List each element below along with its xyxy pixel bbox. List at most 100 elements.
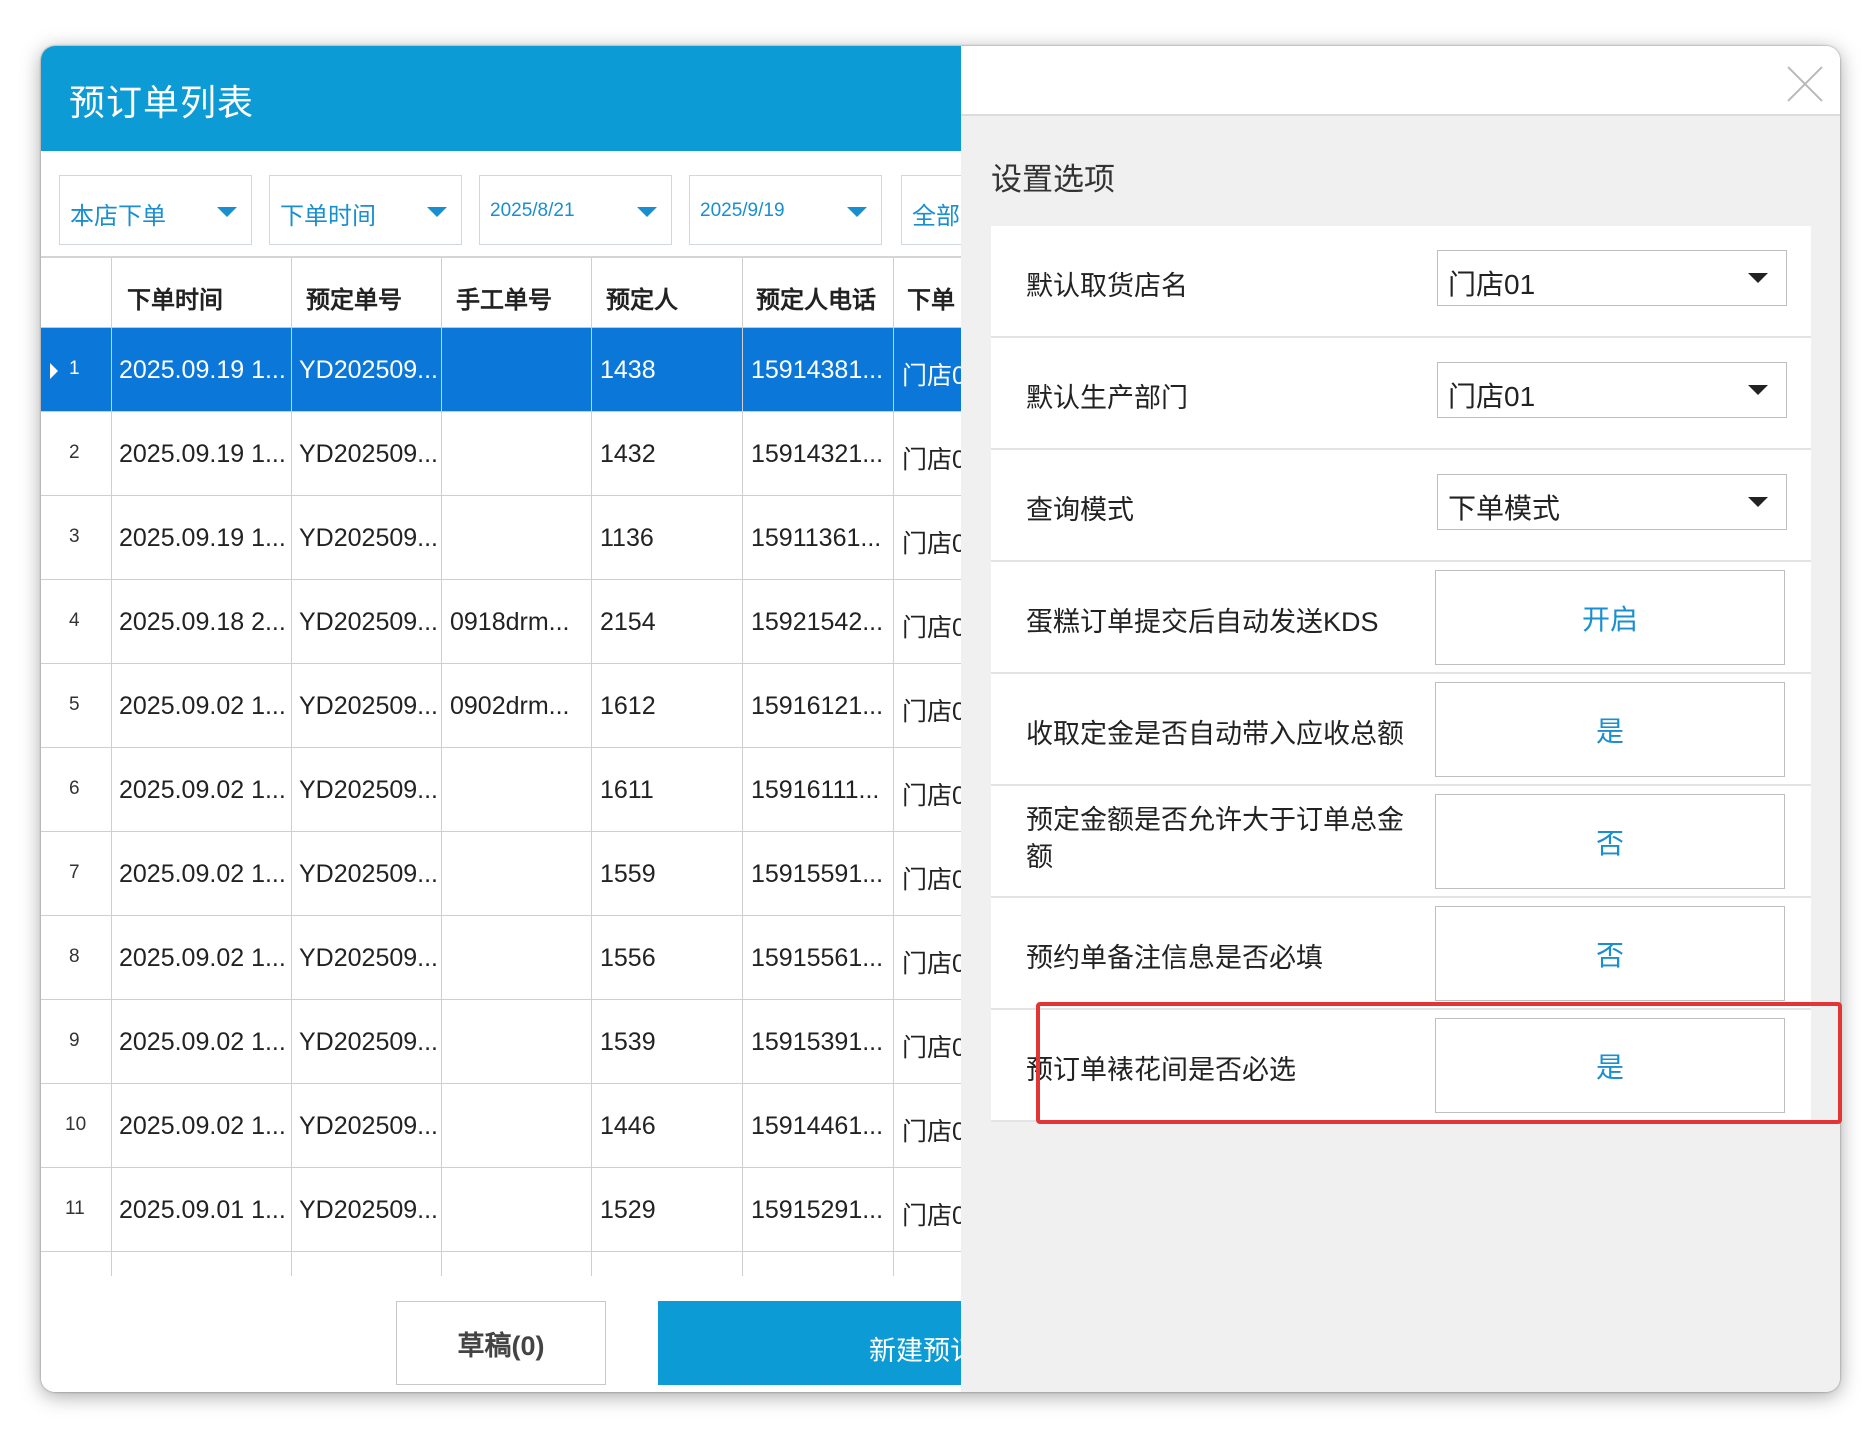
cell-time: 2025.09.19 1...: [119, 356, 286, 384]
row-number: 8: [69, 946, 80, 967]
new-order-button[interactable]: 新建预订: [658, 1301, 961, 1385]
table-header: 下单时间 预定单号 手工单号 预定人 预定人电话 下单: [41, 258, 961, 328]
store-filter-dropdown[interactable]: 本店下单: [59, 175, 252, 245]
settings-row: 默认取货店名 门店01: [991, 226, 1811, 338]
row-number: 1: [69, 358, 80, 379]
cell-person: 1529: [600, 1196, 656, 1224]
settings-row: 蛋糕订单提交后自动发送KDS 开启: [991, 562, 1811, 674]
settings-row: 默认生产部门 门店01: [991, 338, 1811, 450]
table-row[interactable]: 3 2025.09.19 1... YD202509... 1136 15911361.…: [41, 496, 961, 580]
setting-label: 查询模式: [1026, 495, 1134, 525]
cell-store: 门店0: [902, 530, 961, 558]
setting-toggle-button[interactable]: 开启: [1435, 570, 1785, 665]
bottom-action-bar: 草稿(0) 新建预订: [41, 1276, 961, 1392]
cell-store: 门店0: [902, 866, 961, 894]
cell-order: YD202509...: [299, 944, 438, 972]
column-header[interactable]: 下单: [907, 280, 955, 315]
time-type-dropdown[interactable]: 下单时间: [269, 175, 462, 245]
column-header[interactable]: 预定人电话: [756, 280, 876, 315]
cell-person: 2154: [600, 608, 656, 636]
table-row[interactable]: 2 2025.09.19 1... YD202509... 1432 15914321.…: [41, 412, 961, 496]
setting-dropdown[interactable]: 门店01: [1437, 362, 1787, 418]
cell-phone: 15916121...: [751, 692, 884, 720]
column-header[interactable]: 手工单号: [456, 280, 552, 315]
cell-time: 2025.09.18 2...: [119, 608, 286, 636]
cell-order: YD202509...: [299, 776, 438, 804]
setting-label: 预定金额是否允许大于订单总金额: [1026, 805, 1404, 872]
table-row[interactable]: 11 2025.09.01 1... YD202509... 1529 15915291…: [41, 1168, 961, 1252]
cell-manual: 0918drm...: [450, 608, 570, 636]
column-divider: [291, 258, 292, 1316]
setting-toggle-button[interactable]: 否: [1435, 906, 1785, 1001]
dialog-window: 预订单列表 本店下单 下单时间 2025/8/21 2025/9/19 全部 下…: [41, 46, 1840, 1392]
cell-order: YD202509...: [299, 440, 438, 468]
close-icon[interactable]: [1786, 64, 1824, 102]
cell-order: YD202509...: [299, 1196, 438, 1224]
cell-phone: 15914381...: [751, 356, 884, 384]
setting-toggle-button[interactable]: 是: [1435, 1018, 1785, 1113]
table-row[interactable]: 5 2025.09.02 1... YD202509... 0902drm... 161…: [41, 664, 961, 748]
column-divider: [893, 258, 894, 1316]
cell-phone: 15914461...: [751, 1112, 884, 1140]
cell-phone: 15916111...: [751, 776, 880, 804]
row-number: 7: [69, 862, 80, 883]
table-row[interactable]: 4 2025.09.18 2... YD202509... 0918drm... 215…: [41, 580, 961, 664]
cell-phone: 15915591...: [751, 860, 884, 888]
table-row[interactable]: 9 2025.09.02 1... YD202509... 1539 15915391.…: [41, 1000, 961, 1084]
cell-order: YD202509...: [299, 524, 438, 552]
table-row[interactable]: 1 2025.09.19 1... YD202509... 1438 15914381.…: [41, 328, 961, 412]
row-number: 4: [69, 610, 80, 631]
cell-time: 2025.09.19 1...: [119, 524, 286, 552]
date-to-picker[interactable]: 2025/9/19: [689, 175, 882, 245]
column-header[interactable]: 预定人: [606, 280, 678, 315]
cell-time: 2025.09.02 1...: [119, 776, 286, 804]
column-header[interactable]: 下单时间: [127, 280, 223, 315]
table-row[interactable]: 6 2025.09.02 1... YD202509... 1611 15916111.…: [41, 748, 961, 832]
table-row[interactable]: 8 2025.09.02 1... YD202509... 1556 15915561.…: [41, 916, 961, 1000]
cell-order: YD202509...: [299, 1028, 438, 1056]
column-divider: [111, 258, 112, 1316]
setting-dropdown-value: 门店01: [1448, 381, 1536, 412]
setting-toggle-button[interactable]: 是: [1435, 682, 1785, 777]
cell-person: 1611: [600, 776, 654, 804]
settings-title: 设置选项: [991, 162, 1115, 197]
time-type-value: 下单时间: [280, 203, 376, 230]
setting-dropdown[interactable]: 门店01: [1437, 250, 1787, 306]
cell-store: 门店0: [902, 362, 961, 390]
cell-order: YD202509...: [299, 1112, 438, 1140]
chevron-down-icon: [1748, 385, 1768, 395]
cell-time: 2025.09.02 1...: [119, 860, 286, 888]
setting-dropdown[interactable]: 下单模式: [1437, 474, 1787, 530]
cell-person: 1432: [600, 440, 656, 468]
cell-time: 2025.09.02 1...: [119, 944, 286, 972]
table-row[interactable]: 10 2025.09.02 1... YD202509... 1446 15914461…: [41, 1084, 961, 1168]
table-row[interactable]: 7 2025.09.02 1... YD202509... 1559 15915591.…: [41, 832, 961, 916]
setting-label: 收取定金是否自动带入应收总额: [1026, 719, 1404, 749]
setting-label: 预约单备注信息是否必填: [1026, 943, 1323, 973]
setting-label: 蛋糕订单提交后自动发送KDS: [1026, 607, 1379, 637]
draft-button[interactable]: 草稿(0): [396, 1301, 606, 1385]
cell-store: 门店0: [902, 1034, 961, 1062]
settings-row: 收取定金是否自动带入应收总额 是: [991, 674, 1811, 786]
settings-row: 预订单裱花间是否必选 是: [991, 1010, 1811, 1122]
date-from-picker[interactable]: 2025/8/21: [479, 175, 672, 245]
column-header[interactable]: 预定单号: [306, 280, 402, 315]
cell-manual: 0902drm...: [450, 692, 570, 720]
status-filter-dropdown[interactable]: 全部: [901, 175, 961, 245]
cell-person: 1556: [600, 944, 656, 972]
store-filter-value: 本店下单: [70, 203, 166, 230]
date-to-value: 2025/9/19: [700, 200, 785, 221]
cell-person: 1612: [600, 692, 656, 720]
cell-order: YD202509...: [299, 860, 438, 888]
cell-order: YD202509...: [299, 692, 438, 720]
cell-person: 1446: [600, 1112, 656, 1140]
title-bar: 预订单列表: [41, 46, 961, 151]
setting-toggle-button[interactable]: 否: [1435, 794, 1785, 889]
cell-order: YD202509...: [299, 608, 438, 636]
cell-store: 门店0: [902, 782, 961, 810]
cell-order: YD202509...: [299, 356, 438, 384]
row-number: 2: [69, 442, 80, 463]
row-number: 6: [69, 778, 80, 799]
cell-time: 2025.09.19 1...: [119, 440, 286, 468]
cell-store: 门店0: [902, 614, 961, 642]
